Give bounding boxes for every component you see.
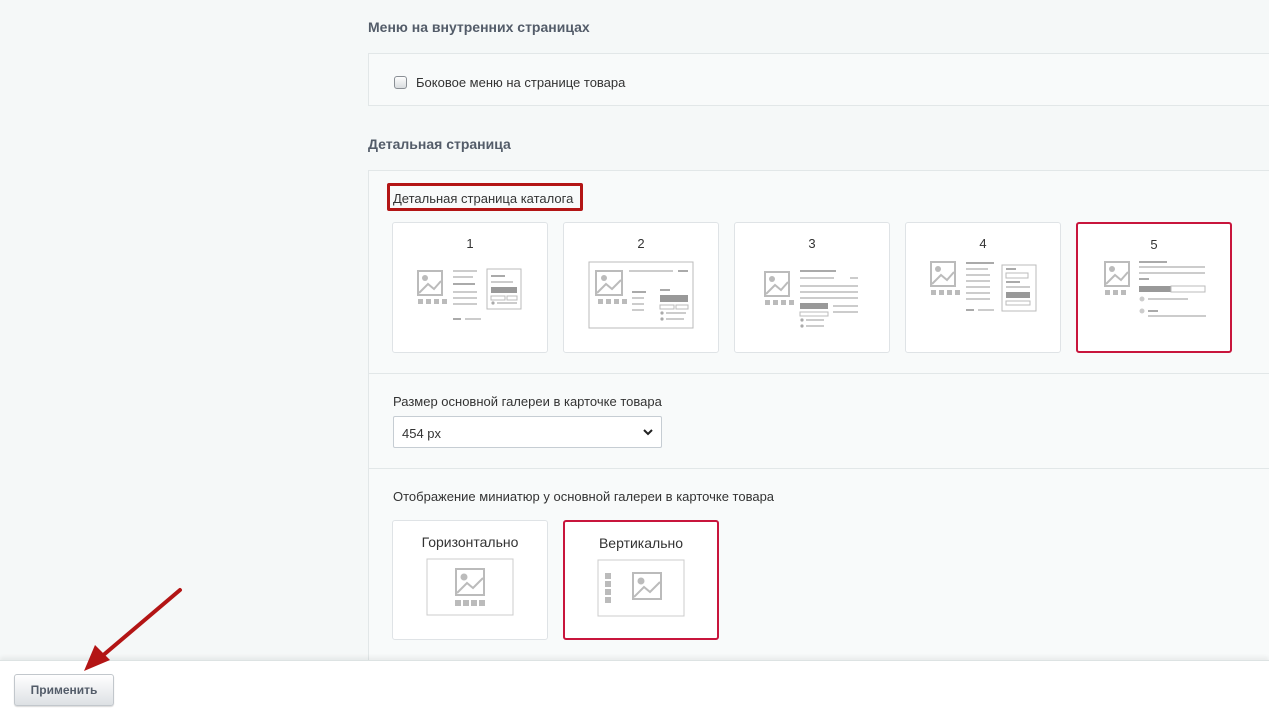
template-1-preview-icon [417, 268, 522, 320]
detail-template-card-4[interactable]: 4 [905, 222, 1061, 353]
detail-template-card-1[interactable]: 1 [392, 222, 548, 353]
annotation-arrow-icon [84, 588, 182, 671]
template-3-preview-icon [764, 270, 858, 328]
template-5-preview-icon [1104, 261, 1206, 317]
detail-template-card-3[interactable]: 3 [734, 222, 890, 353]
thumbs-label: Отображение миниатюр у основной галереи … [393, 489, 775, 504]
gallery-size-panel: Размер основной галереи в карточке товар… [368, 373, 1269, 469]
gallery-size-value: 454 px [402, 426, 442, 441]
section-title-inner-menu: Меню на внутренних страницах [368, 19, 590, 35]
inner-menu-panel: Боковое меню на странице товара [368, 53, 1269, 106]
side-menu-checkbox[interactable] [394, 76, 407, 89]
apply-button[interactable]: Применить [14, 674, 114, 706]
chevron-down-icon [643, 429, 653, 436]
template-2-preview-icon [588, 261, 694, 329]
section-title-detail: Детальная страница [368, 136, 511, 152]
gallery-size-select[interactable]: 454 px [393, 416, 662, 448]
detail-template-card-5[interactable]: 5 [1076, 222, 1232, 353]
detail-page-label-highlight [387, 183, 583, 211]
thumbs-vertical-card[interactable]: Вертикально [563, 520, 719, 640]
thumbs-horizontal-card[interactable]: Горизонтально [392, 520, 548, 640]
thumbs-vertical-label: Вертикально [598, 535, 684, 551]
thumbs-horizontal-label: Горизонтально [421, 534, 519, 550]
detail-template-card-2[interactable]: 2 [563, 222, 719, 353]
template-4-preview-icon [930, 261, 1037, 312]
footer-bar: Применить [0, 660, 1269, 714]
gallery-size-label: Размер основной галереи в карточке товар… [393, 394, 662, 409]
side-menu-checkbox-label[interactable]: Боковое меню на странице товара [416, 75, 625, 90]
side-menu-checkbox-row[interactable]: Боковое меню на странице товара [394, 75, 625, 90]
